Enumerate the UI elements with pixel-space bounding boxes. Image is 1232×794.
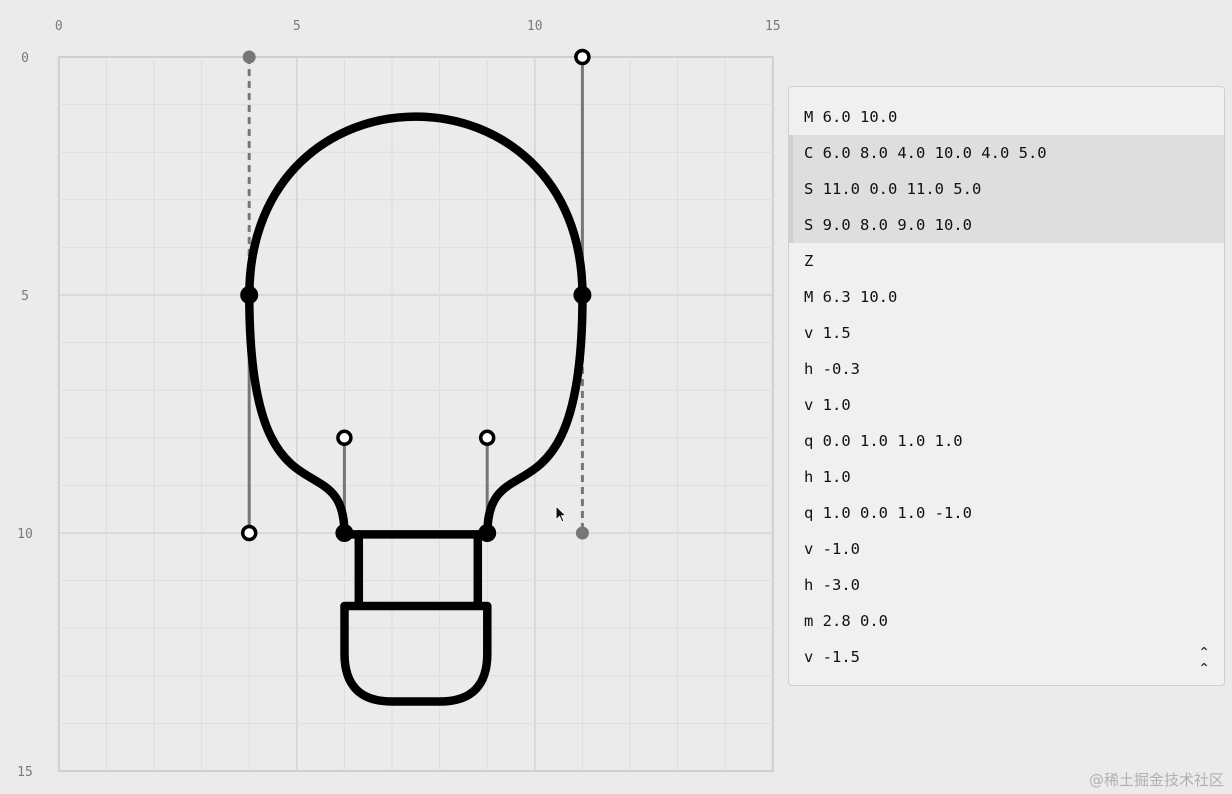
path-command-item[interactable]: h -0.3 [789, 351, 1224, 387]
path-command-item[interactable]: M 6.3 10.0 [789, 279, 1224, 315]
y-axis-tick-label: 5 [21, 289, 29, 304]
anchor-point[interactable] [335, 524, 354, 542]
x-axis-tick-label: 0 [55, 19, 63, 34]
anchor-point[interactable] [573, 286, 592, 304]
path-command-panel[interactable]: M 6.0 10.0 C 6.0 8.0 4.0 10.0 4.0 5.0 S 11… [788, 86, 1225, 686]
x-axis-tick-label: 5 [293, 19, 301, 34]
path-command-item[interactable]: v 1.0 [789, 387, 1224, 423]
watermark: @稀土掘金技术社区 [1088, 771, 1224, 789]
path-command-item[interactable]: v -1.0 [789, 531, 1224, 567]
reflected-control-point[interactable] [575, 526, 589, 540]
control-point[interactable] [574, 48, 591, 66]
path-command-item[interactable]: v 1.5 [789, 315, 1224, 351]
grid [57, 56, 774, 772]
path-command-item[interactable]: q 0.0 1.0 1.0 1.0 [789, 423, 1224, 459]
control-point[interactable] [336, 429, 353, 447]
path-command-item[interactable]: m 2.8 0.0 [789, 603, 1224, 639]
path-command-item[interactable]: S 11.0 0.0 11.0 5.0 [789, 171, 1224, 207]
path-command-item[interactable]: v -1.5 [789, 639, 1224, 675]
path-command-item[interactable]: M 6.0 10.0 [789, 99, 1224, 135]
anchor-point[interactable] [240, 286, 259, 304]
path-command-list: M 6.0 10.0 C 6.0 8.0 4.0 10.0 4.0 5.0 S 11… [789, 87, 1224, 675]
control-point[interactable] [478, 429, 496, 447]
double-chevron-up-icon[interactable]: ⌃ ⌃ [1198, 645, 1210, 677]
path-command-item[interactable]: C 6.0 8.0 4.0 10.0 4.0 5.0 [789, 135, 1224, 171]
y-axis-tick-label: 10 [17, 527, 33, 542]
control-point[interactable] [240, 524, 258, 542]
path-command-item[interactable]: Z [789, 243, 1224, 279]
y-axis-tick-label: 15 [17, 765, 33, 780]
x-axis-tick-label: 10 [527, 19, 543, 34]
reflected-control-point[interactable] [242, 50, 256, 64]
path-command-item[interactable]: S 9.0 8.0 9.0 10.0 [789, 207, 1224, 243]
grid-frame [57, 56, 774, 772]
path-editor-canvas[interactable]: 0 0 5 5 10 10 15 15 [0, 0, 780, 794]
x-axis-tick-label: 15 [765, 19, 780, 34]
path-command-item[interactable]: h -3.0 [789, 567, 1224, 603]
anchor-point[interactable] [478, 524, 497, 542]
y-axis-tick-label: 0 [21, 51, 29, 66]
path-command-item[interactable]: h 1.0 [789, 459, 1224, 495]
path-command-item[interactable]: q 1.0 0.0 1.0 -1.0 [789, 495, 1224, 531]
